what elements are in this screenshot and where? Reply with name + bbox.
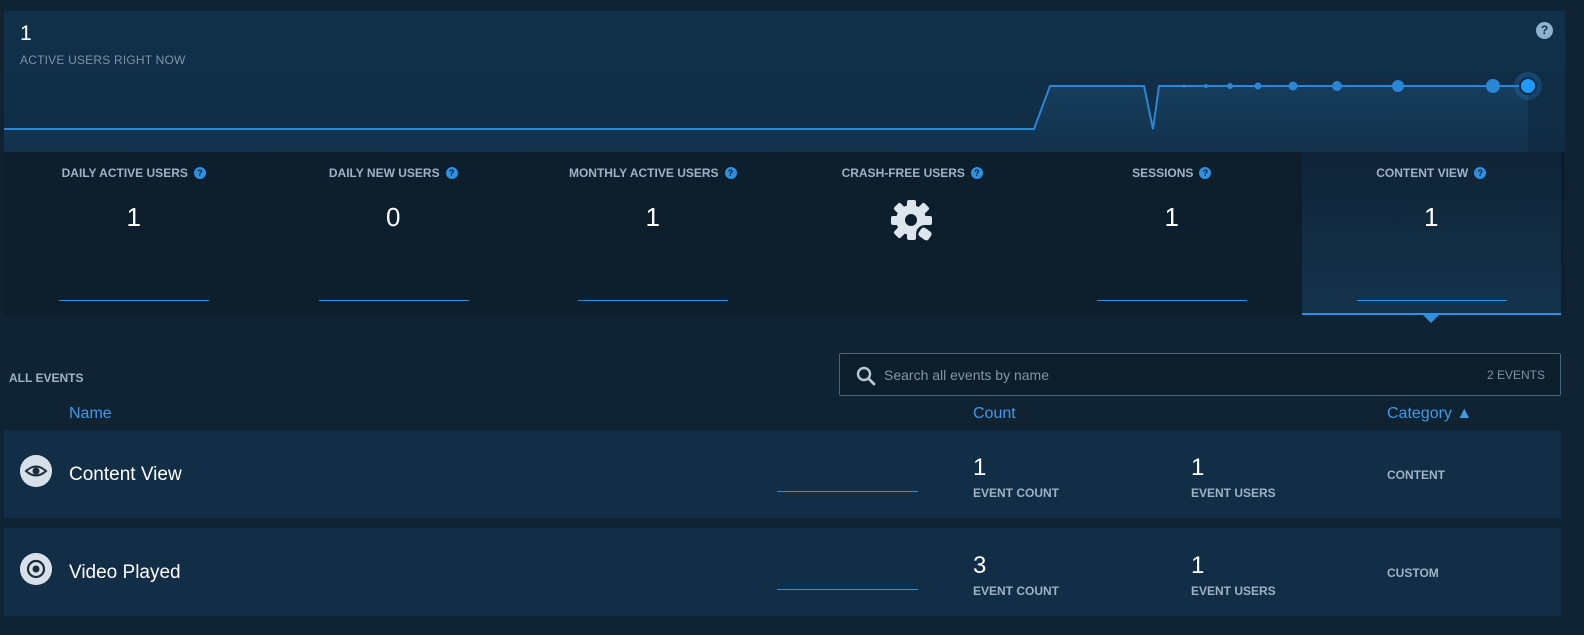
- event-users-label: EVENT USERS: [1191, 584, 1276, 598]
- metric-value: 1: [126, 202, 141, 232]
- metric-value: 1: [1424, 202, 1439, 232]
- realtime-panel: 1 ACTIVE USERS RIGHT NOW ?: [4, 11, 1565, 152]
- metric-title: CRASH-FREE USERS: [841, 166, 965, 180]
- event-count-value: 1: [973, 454, 987, 481]
- event-users-value: 1: [1191, 552, 1205, 579]
- active-users-value: 1: [20, 22, 32, 45]
- event-name[interactable]: Video Played: [69, 562, 181, 584]
- sparkline: [777, 589, 918, 590]
- event-users-label: EVENT USERS: [1191, 486, 1276, 500]
- help-icon[interactable]: ?: [1536, 22, 1553, 39]
- event-count-value: 3: [973, 552, 987, 579]
- metric-value: 1: [1164, 202, 1179, 232]
- metric-daily-active-users[interactable]: DAILY ACTIVE USERS? 1: [4, 152, 264, 315]
- help-icon[interactable]: ?: [724, 167, 737, 179]
- metric-content-view[interactable]: CONTENT VIEW? 1: [1301, 152, 1561, 315]
- column-header-count[interactable]: Count: [973, 405, 1016, 423]
- eye-icon: [20, 455, 52, 487]
- event-count-badge: 2 EVENTS: [1486, 368, 1545, 382]
- sparkline: [777, 491, 918, 492]
- column-header-category[interactable]: Category ▲: [1387, 405, 1472, 423]
- metric-tiles: DAILY ACTIVE USERS? 1 DAILY NEW USERS? 0…: [4, 152, 1565, 315]
- sparkline: [1097, 300, 1247, 301]
- metric-monthly-active-users[interactable]: MONTHLY ACTIVE USERS? 1: [523, 152, 783, 315]
- metric-daily-new-users[interactable]: DAILY NEW USERS? 0: [264, 152, 524, 315]
- metric-value: 1: [645, 202, 660, 232]
- event-count-label: EVENT COUNT: [973, 584, 1060, 598]
- metric-title: CONTENT VIEW: [1376, 166, 1469, 180]
- selected-indicator: [1423, 315, 1439, 323]
- search-icon: [856, 366, 876, 386]
- target-icon: [20, 553, 52, 585]
- sparkline: [59, 300, 209, 301]
- help-icon[interactable]: ?: [1474, 167, 1487, 179]
- sparkline: [1356, 300, 1507, 301]
- help-icon[interactable]: ?: [970, 167, 983, 179]
- metric-sessions[interactable]: SESSIONS? 1: [1042, 152, 1302, 315]
- gear-badge-icon: [891, 200, 935, 243]
- event-users-value: 1: [1191, 454, 1205, 481]
- help-icon[interactable]: ?: [445, 167, 458, 179]
- metric-title: SESSIONS: [1132, 166, 1194, 180]
- metric-title: DAILY NEW USERS: [328, 166, 440, 180]
- metric-title: MONTHLY ACTIVE USERS: [568, 166, 719, 180]
- sparkline: [318, 300, 469, 301]
- metric-title: DAILY ACTIVE USERS: [61, 166, 188, 180]
- realtime-chart: [4, 72, 1542, 152]
- active-users-label: ACTIVE USERS RIGHT NOW: [20, 53, 186, 67]
- search-input[interactable]: [884, 364, 1444, 386]
- help-icon[interactable]: ?: [1199, 167, 1212, 179]
- event-search[interactable]: 2 EVENTS: [839, 353, 1561, 396]
- section-title: ALL EVENTS: [9, 371, 84, 385]
- metric-crash-free-users[interactable]: CRASH-FREE USERS?: [783, 152, 1043, 315]
- help-icon[interactable]: ?: [193, 167, 206, 179]
- event-name[interactable]: Content View: [69, 464, 182, 486]
- event-category: CONTENT: [1387, 468, 1445, 482]
- metric-value: 0: [386, 202, 401, 232]
- event-count-label: EVENT COUNT: [973, 486, 1060, 500]
- column-header-name[interactable]: Name: [69, 405, 112, 423]
- event-category: CUSTOM: [1387, 566, 1439, 580]
- table-row[interactable]: Content View 1 EVENT COUNT 1 EVENT USERS…: [4, 430, 1561, 518]
- table-row[interactable]: Video Played 3 EVENT COUNT 1 EVENT USERS…: [4, 528, 1561, 616]
- sparkline: [578, 300, 728, 301]
